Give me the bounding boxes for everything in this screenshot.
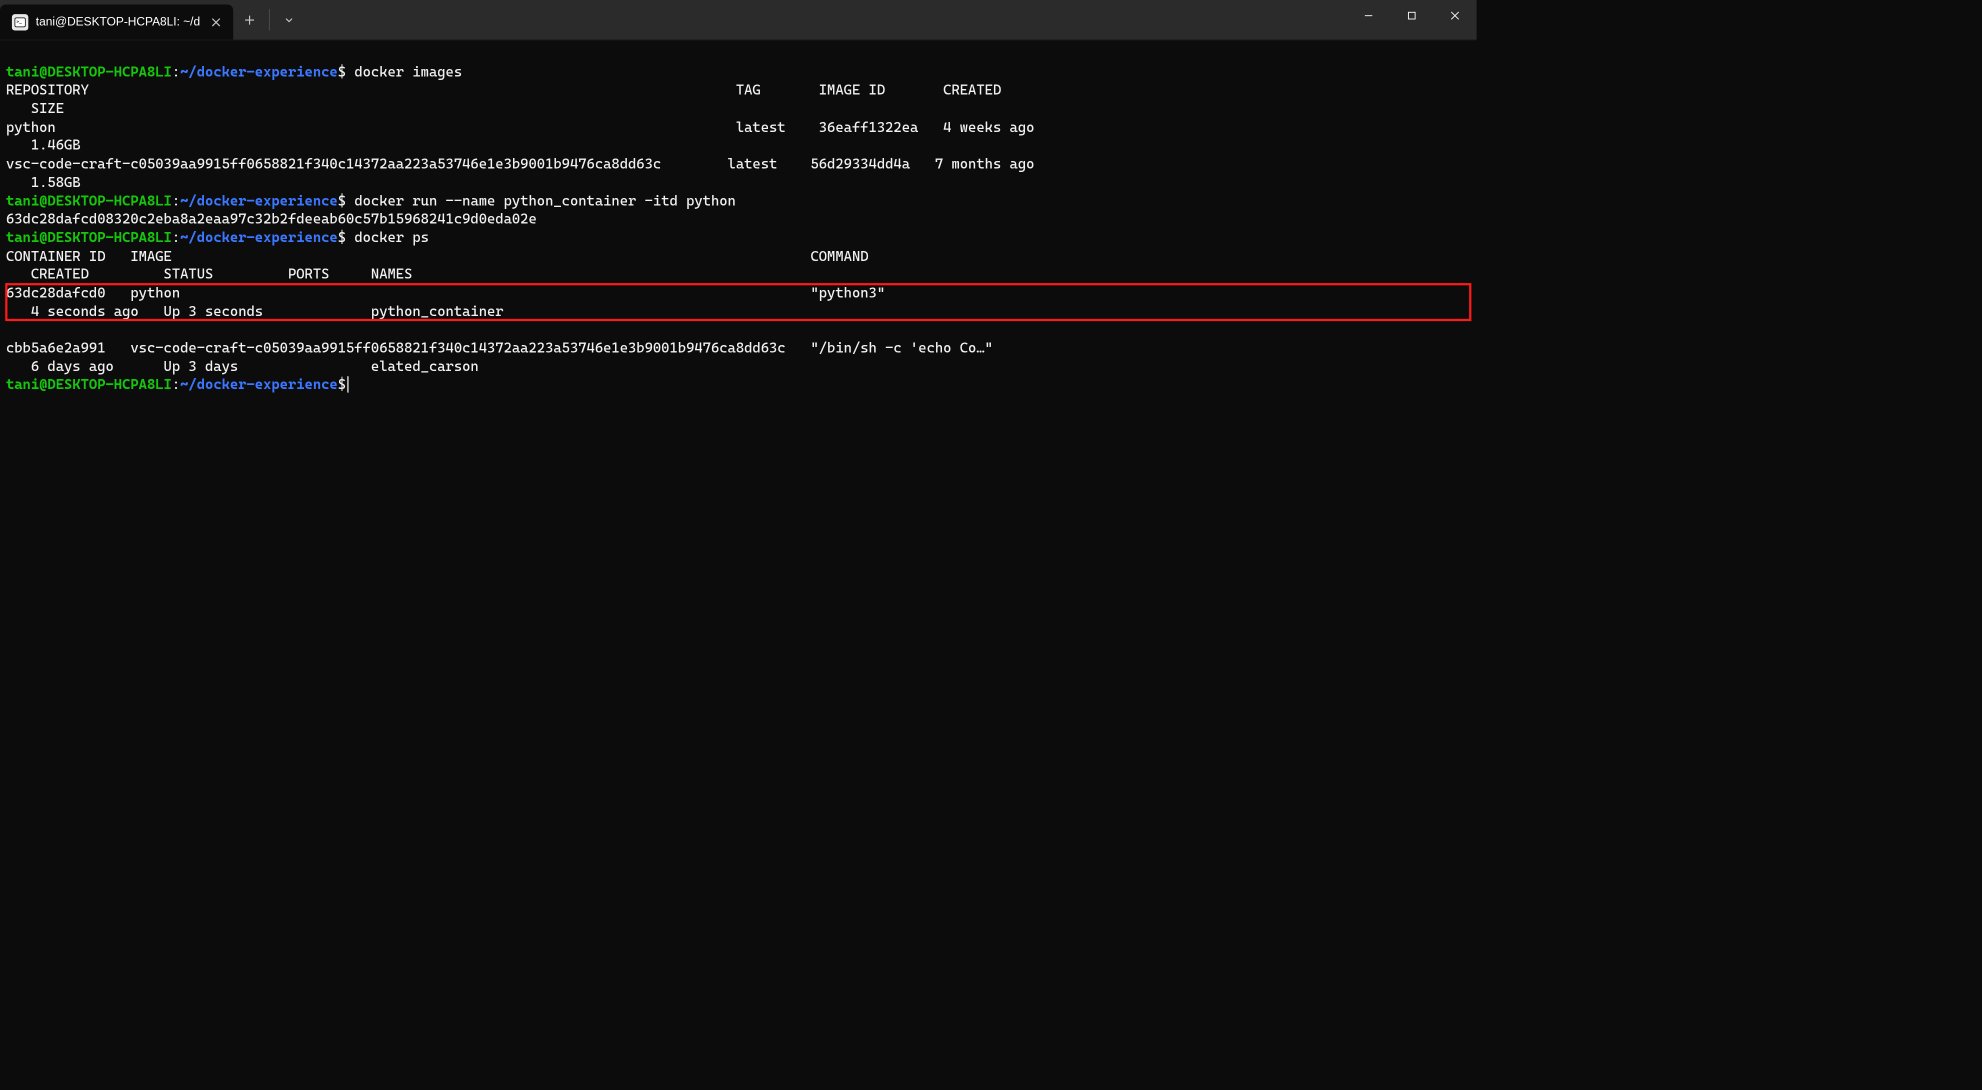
close-icon[interactable] [208, 14, 224, 30]
prompt-path: ~/docker-experience [180, 193, 338, 209]
prompt-path: ~/docker-experience [180, 64, 338, 80]
image-row: python latest 36eaff1322ea 4 weeks ago 1… [6, 119, 1068, 154]
prompt-user-host: tani@DESKTOP-HCPA8LI [6, 193, 172, 209]
titlebar-drag-area[interactable] [305, 0, 1347, 39]
command-text: docker ps [346, 229, 429, 245]
titlebar: >_ tani@DESKTOP-HCPA8LI: ~/d [0, 0, 1477, 40]
prompt-user-host: tani@DESKTOP-HCPA8LI [6, 229, 172, 245]
tab-title: tani@DESKTOP-HCPA8LI: ~/d [36, 15, 200, 28]
prompt-colon: : [172, 193, 180, 209]
command-text: docker run --name python_container -itd … [346, 193, 736, 209]
close-window-button[interactable] [1433, 0, 1476, 31]
prompt-colon: : [172, 377, 180, 393]
window-controls [1347, 0, 1477, 39]
prompt-user-host: tani@DESKTOP-HCPA8LI [6, 64, 172, 80]
new-tab-button[interactable] [233, 0, 266, 39]
maximize-button[interactable] [1390, 0, 1433, 31]
terminal-body[interactable]: tani@DESKTOP-HCPA8LI:~/docker-experience… [0, 40, 1477, 398]
run-output: 63dc28dafcd08320c2eba8a2eaa97c32b2fdeeab… [6, 211, 537, 227]
terminal-icon: >_ [12, 14, 28, 30]
divider [269, 9, 270, 31]
images-header: REPOSITORY TAG IMAGE ID CREATED SIZE [6, 82, 1068, 117]
minimize-button[interactable] [1347, 0, 1390, 31]
svg-text:>_: >_ [16, 19, 22, 25]
prompt-user-host: tani@DESKTOP-HCPA8LI [6, 377, 172, 393]
prompt-colon: : [172, 64, 180, 80]
prompt-colon: : [172, 229, 180, 245]
image-row: vsc-code-craft-c05039aa9915ff0658821f340… [6, 156, 1059, 191]
prompt-line: tani@DESKTOP-HCPA8LI:~/docker-experience… [6, 377, 349, 393]
ps-row: cbb5a6e2a991 vsc-code-craft-c05039aa9915… [6, 340, 993, 375]
prompt-path: ~/docker-experience [180, 229, 338, 245]
tab-active[interactable]: >_ tani@DESKTOP-HCPA8LI: ~/d [0, 4, 233, 39]
command-text: docker images [346, 64, 462, 80]
cursor [348, 377, 349, 393]
prompt-dollar: $ [338, 377, 346, 393]
prompt-path: ~/docker-experience [180, 377, 338, 393]
prompt-line: tani@DESKTOP-HCPA8LI:~/docker-experience… [6, 64, 462, 80]
ps-header: CONTAINER ID IMAGE COMMAND CREATED STATU… [6, 248, 935, 283]
prompt-line: tani@DESKTOP-HCPA8LI:~/docker-experience… [6, 229, 429, 245]
ps-row-highlighted: 63dc28dafcd0 python "python3" 4 seconds … [6, 284, 1471, 321]
tab-dropdown-button[interactable] [272, 0, 305, 39]
prompt-line: tani@DESKTOP-HCPA8LI:~/docker-experience… [6, 193, 736, 209]
